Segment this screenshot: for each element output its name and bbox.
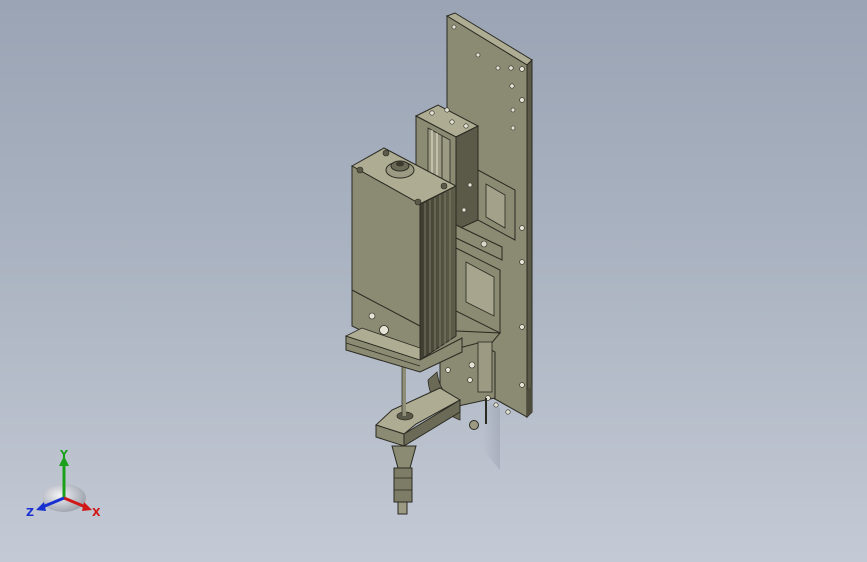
- graphics-viewport[interactable]: Y X Z: [0, 0, 867, 562]
- x-axis-label: X: [92, 506, 101, 519]
- coordinate-triad[interactable]: Y X Z: [24, 448, 104, 528]
- z-axis-label: Z: [26, 506, 34, 519]
- nozzle-icon: [391, 445, 417, 515]
- servo-motor-icon: [344, 147, 463, 373]
- cad-model[interactable]: [0, 0, 867, 562]
- y-axis-label: Y: [59, 448, 69, 461]
